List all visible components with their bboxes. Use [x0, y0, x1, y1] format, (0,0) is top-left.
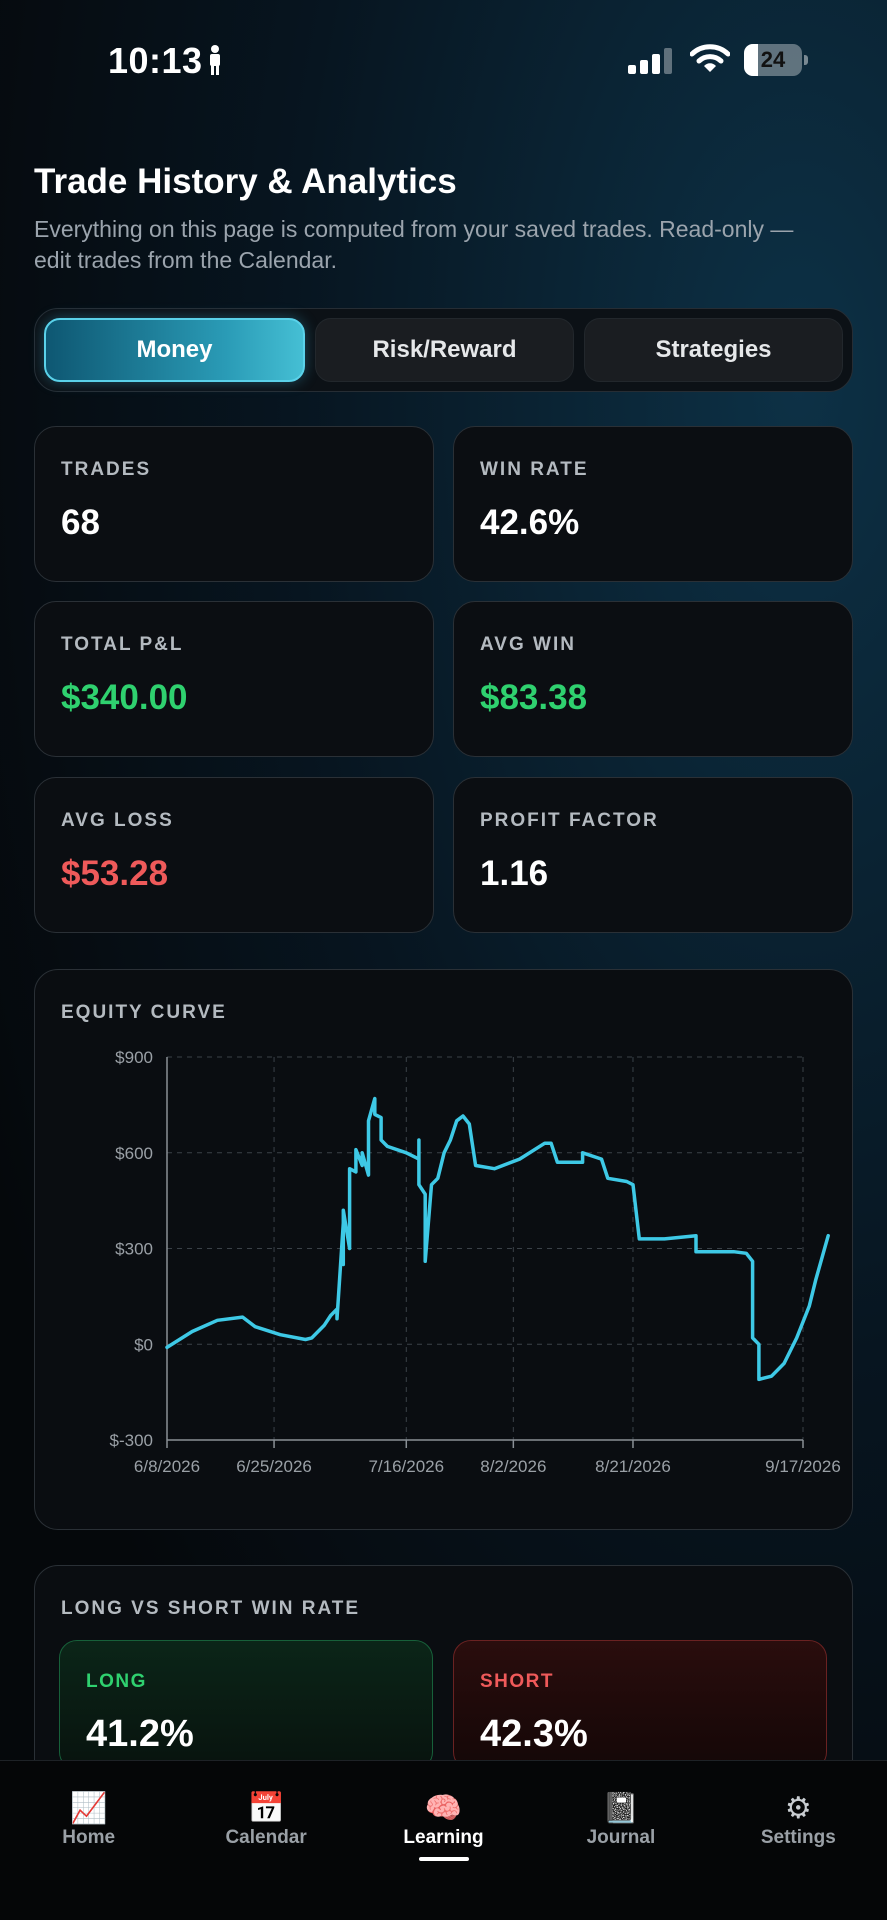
- stat-card-avg-loss: AVG LOSS $53.28: [34, 777, 434, 933]
- x-tick-label: 9/17/2026: [765, 1457, 841, 1476]
- x-tick-label: 6/8/2026: [134, 1457, 200, 1476]
- short-win-rate-card: SHORT 42.3%: [453, 1640, 827, 1770]
- wifi-icon: [690, 44, 730, 72]
- tab-label: Calendar: [225, 1827, 307, 1848]
- cellular-signal-icon: [628, 48, 672, 74]
- status-bar: 10:13 24: [0, 0, 887, 120]
- x-tick-label: 6/25/2026: [236, 1457, 312, 1476]
- battery-level: 24: [760, 47, 786, 72]
- stat-label: TRADES: [61, 459, 152, 480]
- stat-card-profit-factor: PROFIT FACTOR 1.16: [453, 777, 853, 933]
- tab-bar: 📈 Home 📅 Calendar 🧠 Learning 📓 Journal ⚙…: [0, 1760, 887, 1920]
- tab-calendar[interactable]: 📅 Calendar: [177, 1761, 354, 1920]
- tab-home[interactable]: 📈 Home: [0, 1761, 177, 1920]
- tab-label: Home: [62, 1827, 116, 1848]
- active-tab-indicator: [418, 1857, 469, 1861]
- stat-value: $83.38: [480, 678, 588, 717]
- x-tick-label: 7/16/2026: [368, 1457, 444, 1476]
- tab-label: Learning: [403, 1827, 484, 1848]
- stat-card-win-rate: WIN RATE 42.6%: [453, 426, 853, 582]
- stat-label: PROFIT FACTOR: [480, 810, 659, 831]
- long-label: LONG: [86, 1671, 147, 1692]
- segment-money[interactable]: Money: [44, 318, 305, 382]
- x-tick-label: 8/2/2026: [480, 1457, 546, 1476]
- stat-value: 42.6%: [480, 503, 580, 542]
- stat-card-total-pnl: TOTAL P&L $340.00: [34, 601, 434, 757]
- stat-label: TOTAL P&L: [61, 634, 184, 655]
- tab-learning[interactable]: 🧠 Learning: [355, 1761, 532, 1920]
- stat-value: $340.00: [61, 678, 188, 717]
- stat-card-avg-win: AVG WIN $83.38: [453, 601, 853, 757]
- stat-value: 1.16: [480, 854, 549, 893]
- tab-journal[interactable]: 📓 Journal: [532, 1761, 709, 1920]
- page-subtitle: Everything on this page is computed from…: [34, 216, 794, 273]
- gear-icon: ⚙: [784, 1792, 812, 1825]
- y-tick-label: $300: [115, 1240, 153, 1259]
- stat-card-trades: TRADES 68: [34, 426, 434, 582]
- y-tick-label: $0: [134, 1335, 153, 1354]
- long-win-rate-card: LONG 41.2%: [59, 1640, 433, 1770]
- y-tick-label: $900: [115, 1048, 153, 1067]
- segment-risk-reward[interactable]: Risk/Reward: [315, 318, 574, 382]
- equity-curve-chart: $900 $600 $300 $0 $-300 6/8/2026 6/25/2026 7/16…: [110, 1048, 841, 1476]
- notebook-icon: 📓: [602, 1792, 640, 1825]
- battery-icon: 24: [744, 44, 808, 76]
- stat-label: AVG LOSS: [61, 810, 174, 831]
- calendar-icon: 📅: [247, 1792, 285, 1825]
- status-time: 10:13: [108, 40, 203, 81]
- equity-line: [165, 1096, 830, 1382]
- chart-up-icon: 📈: [70, 1792, 108, 1825]
- stat-label: AVG WIN: [480, 634, 576, 655]
- y-tick-label: $-300: [110, 1431, 153, 1450]
- person-icon: [210, 45, 220, 75]
- brain-icon: 🧠: [424, 1792, 463, 1825]
- tab-settings[interactable]: ⚙ Settings: [710, 1761, 887, 1920]
- short-label: SHORT: [480, 1671, 554, 1692]
- tab-label: Settings: [760, 1827, 836, 1848]
- long-value: 41.2%: [86, 1713, 194, 1755]
- equity-curve-panel: EQUITY CURVE $900 $600 $300 $0 $-300 6/8/2026…: [34, 969, 853, 1530]
- long-short-title: LONG VS SHORT WIN RATE: [61, 1598, 361, 1619]
- stat-value: 68: [61, 503, 100, 542]
- y-tick-label: $600: [115, 1144, 153, 1163]
- page-title: Trade History & Analytics: [34, 162, 457, 201]
- stat-value: $53.28: [61, 854, 169, 893]
- stat-label: WIN RATE: [480, 459, 589, 480]
- short-value: 42.3%: [480, 1713, 588, 1755]
- segment-strategies[interactable]: Strategies: [584, 318, 843, 382]
- segmented-control: Money Risk/Reward Strategies: [34, 308, 853, 392]
- tab-label: Journal: [586, 1827, 656, 1848]
- x-tick-label: 8/21/2026: [595, 1457, 671, 1476]
